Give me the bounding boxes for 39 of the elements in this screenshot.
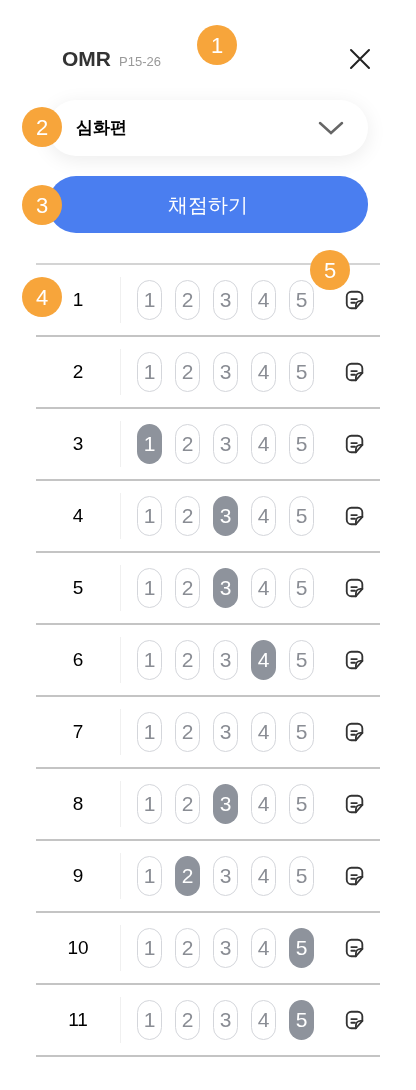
callout-tooltip: 3: [22, 185, 62, 225]
note-icon: [344, 721, 366, 743]
question-number: 9: [72, 863, 84, 888]
question-number: 10: [67, 935, 89, 960]
question-number: 3: [72, 431, 84, 456]
answer-bubble[interactable]: 5: [289, 928, 314, 968]
note-icon: [344, 505, 366, 527]
callout-tooltip: 5: [310, 250, 350, 290]
callout-tooltip: 4: [22, 277, 62, 317]
answer-bubble[interactable]: 3: [213, 496, 238, 536]
question-number: 8: [72, 791, 84, 816]
chevron-down-icon: [318, 120, 344, 136]
page-range: P15-26: [119, 53, 161, 72]
question-number: 4: [72, 503, 84, 528]
answer-bubble[interactable]: 2: [175, 856, 200, 896]
note-icon: [344, 865, 366, 887]
question-number: 11: [68, 1007, 88, 1032]
callout-tooltip: 2: [22, 107, 62, 147]
close-icon[interactable]: [348, 47, 372, 71]
answer-bubble[interactable]: 3: [213, 784, 238, 824]
question-number: 2: [72, 359, 84, 384]
note-icon: [344, 433, 366, 455]
question-number: 5: [72, 575, 84, 600]
question-number: 1: [72, 287, 84, 312]
note-icon: [344, 937, 366, 959]
note-icon: [344, 289, 366, 311]
note-icon: [344, 649, 366, 671]
answer-bubble[interactable]: 5: [289, 1000, 314, 1040]
question-number: 7: [72, 719, 84, 744]
note-icon: [344, 793, 366, 815]
answer-bubble[interactable]: 1: [137, 424, 162, 464]
callout-tooltip: 1: [197, 25, 237, 65]
answer-bubble[interactable]: 4: [251, 640, 276, 680]
note-icon: [344, 361, 366, 383]
question-number: 6: [72, 647, 84, 672]
note-icon: [344, 577, 366, 599]
title: OMR: [62, 46, 111, 73]
answer-bubble[interactable]: 3: [213, 568, 238, 608]
note-icon: [344, 1009, 366, 1031]
